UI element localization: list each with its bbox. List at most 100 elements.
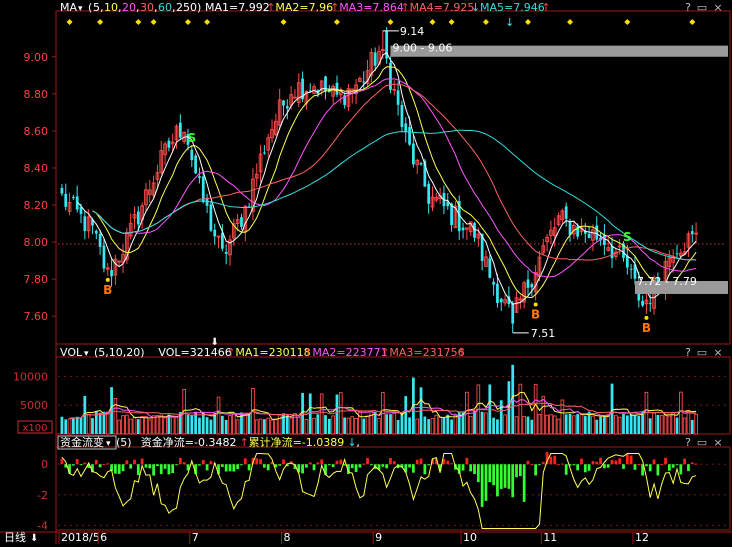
volume-bar-down	[198, 417, 201, 434]
candle-body-down	[488, 258, 492, 278]
candle-body-down	[400, 104, 404, 128]
volume-bar-down	[587, 411, 591, 434]
indicator-value: MA3=231756	[389, 346, 464, 359]
trend-arrow: ↑	[240, 436, 249, 449]
trend-arrow: ↑	[401, 1, 410, 14]
chart-canvas[interactable]: 9.00 8.80 8.60 8.40 8.20 8.00 7.80 7.60 9.14 9.0…	[0, 0, 732, 547]
flow-bar-positive	[683, 458, 687, 465]
volume-bar-up	[468, 415, 473, 435]
candle-body-down	[190, 149, 194, 161]
volume-bar-down	[396, 419, 400, 434]
volume-bar-down	[285, 415, 289, 434]
flow-bar-positive	[209, 461, 213, 465]
maximize-icon: ▭	[697, 436, 707, 449]
flow-bar-negative	[603, 464, 606, 469]
volume-bar-down	[599, 416, 602, 434]
volume-bar-up	[484, 412, 488, 435]
flow-bar-negative	[408, 464, 411, 468]
volume-bar-down	[633, 414, 637, 434]
flow-bar-positive	[140, 458, 144, 465]
volume-bar-up	[392, 412, 397, 435]
flow-bar-positive	[610, 459, 614, 465]
flow-bar-positive	[530, 464, 534, 466]
candle-body-down	[427, 183, 431, 204]
candle-body-down	[648, 302, 652, 304]
moving-average-lines	[76, 51, 697, 305]
flow-bar-positive	[392, 461, 396, 465]
flow-bar-negative	[488, 464, 492, 483]
candle-body-down	[209, 204, 213, 231]
volume-bar-up	[270, 419, 274, 435]
flow-tick-label: -2	[37, 489, 48, 502]
volume-bar-down	[79, 417, 83, 434]
flow-bar-negative	[583, 464, 587, 473]
candle-body-down	[285, 106, 289, 109]
volume-bar-up	[354, 417, 358, 435]
indicator-params: (5,10,20)	[94, 346, 145, 359]
param-value: 5	[93, 1, 100, 14]
candle-body-down	[178, 122, 182, 138]
volume-bar-down	[389, 414, 392, 434]
volume-bar-down	[209, 419, 213, 434]
event-diamond	[333, 19, 340, 25]
volume-bar-down	[530, 419, 534, 434]
candle-body-down	[110, 269, 113, 277]
candle-body-down	[408, 127, 411, 145]
volume-bar-down	[301, 392, 304, 434]
volume-bar-up	[537, 413, 542, 435]
volume-bar-down	[656, 414, 660, 434]
volume-bar-down	[201, 412, 205, 434]
volume-bar-down	[247, 413, 251, 434]
ma-line-ma3	[92, 78, 697, 278]
volume-axis: 10000 5000 x100	[13, 370, 726, 434]
volume-bar-up	[147, 419, 152, 435]
volume-bar-down	[641, 411, 644, 434]
volume-bar-down	[637, 415, 641, 434]
buy-dot	[644, 315, 649, 320]
flow-bar-positive	[652, 459, 656, 465]
buy-dot	[533, 302, 538, 307]
indicator-value: MA1=230118	[235, 346, 310, 359]
volume-bar-down	[595, 419, 599, 434]
volume-bar-down	[442, 417, 446, 434]
volume-ma-lines	[69, 391, 697, 420]
flow-bar-positive	[316, 462, 320, 465]
sell-signal: S	[187, 131, 196, 145]
candle-body-down	[412, 143, 415, 165]
candle-body-down	[282, 100, 285, 106]
flow-bars	[60, 452, 698, 507]
candle-body-down	[205, 198, 209, 206]
flow-bar-positive	[561, 463, 564, 465]
flow-bar-positive	[664, 457, 667, 465]
flow-bar-positive	[580, 458, 583, 465]
volume-bar-up	[434, 414, 439, 435]
event-arrow: ↓	[505, 16, 514, 29]
flow-bar-positive	[618, 458, 622, 465]
volume-unit-label: x100	[22, 423, 47, 434]
flow-bar-negative	[507, 464, 511, 489]
price-candles	[60, 26, 698, 333]
volume-bar-up	[243, 414, 248, 435]
flow-bar-negative	[480, 464, 484, 507]
volume-bar-down	[186, 414, 190, 434]
flow-bar-positive	[637, 464, 641, 466]
maximize-icon: ▭	[697, 1, 707, 14]
volume-bar-up	[346, 417, 351, 435]
flow-bar-negative	[461, 464, 465, 471]
volume-bar-down	[427, 419, 431, 434]
volume-bar-up	[545, 414, 549, 435]
flow-bar-negative	[175, 464, 178, 466]
volume-bar-up	[549, 414, 553, 435]
volume-bar-up	[174, 417, 179, 435]
flow-bar-positive	[591, 461, 595, 465]
flow-bar-negative	[228, 464, 232, 472]
indicator-dropdown-arrow: ▾	[84, 349, 89, 359]
flow-bar-positive	[259, 459, 262, 465]
price-tick-label: 7.60	[24, 310, 49, 323]
volume-bar-up	[453, 415, 458, 435]
volume-bar-up	[350, 416, 355, 435]
event-diamond	[387, 19, 394, 25]
volume-bar-up	[556, 418, 561, 435]
volume-bar-up	[86, 413, 91, 435]
flow-bar-positive	[629, 455, 633, 465]
